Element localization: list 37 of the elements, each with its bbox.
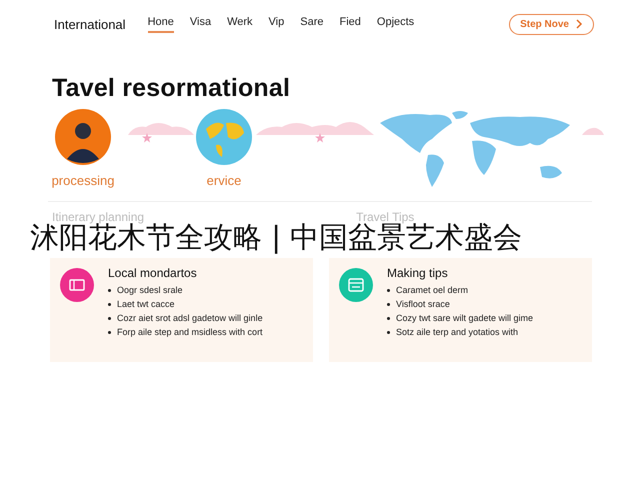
nav-link[interactable]: Hone <box>148 16 174 32</box>
star-icon <box>142 133 152 143</box>
section-heading: Travel Tips <box>356 210 414 224</box>
list-item: Sotz aile terp and yotatios with <box>396 327 518 338</box>
card-title: Making tips <box>387 266 449 280</box>
bullet-icon <box>108 289 111 292</box>
list-item: Forp aile step and msidless with cort <box>117 327 263 338</box>
nav-link[interactable]: Werk <box>227 16 253 32</box>
badge-label: ervice <box>206 173 242 188</box>
list-item: Laet twt cacce <box>117 299 175 310</box>
chevron-icon <box>575 19 583 29</box>
bullet-icon <box>108 317 111 320</box>
globe-icon <box>196 109 252 165</box>
list-item: Oogr sdesl srale <box>117 285 183 296</box>
nav-link[interactable]: Visa <box>190 16 212 32</box>
badge-label: processing <box>52 173 114 188</box>
bullet-icon <box>387 303 390 306</box>
nav-link[interactable]: Vip <box>268 16 284 32</box>
avatar-icon <box>55 109 111 165</box>
nav-link[interactable]: Opjects <box>376 16 414 32</box>
bullet-icon <box>387 331 390 334</box>
section-heading: Itinerary planning <box>52 210 144 224</box>
list-item: Cozr aiet srot adsl gadetow will ginle <box>117 313 263 324</box>
hero-title: Tavel resormational <box>52 74 292 103</box>
bullet-icon <box>108 331 111 334</box>
cloud-icon <box>582 125 604 135</box>
bullet-icon <box>108 303 111 306</box>
bullet-icon <box>387 289 390 292</box>
nav-link[interactable]: Sare <box>300 16 324 32</box>
nav-link[interactable]: Fied <box>339 16 361 32</box>
card-title: Local mondartos <box>108 266 198 280</box>
list-item: Caramet oel derm <box>396 285 468 296</box>
star-icon <box>315 133 325 143</box>
list-item: Cozy twt sare wilt gadete will gime <box>396 313 534 324</box>
bullet-icon <box>387 317 390 320</box>
list-item: Visfloot srace <box>396 299 450 310</box>
brand-name: International <box>54 16 126 32</box>
